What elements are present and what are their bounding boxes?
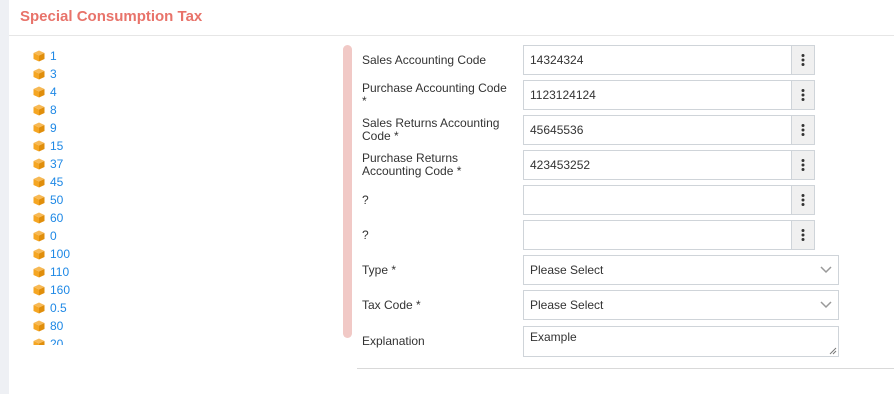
- sales-returns-field: [523, 115, 815, 145]
- box-icon: [33, 50, 45, 62]
- chevron-down-icon: [820, 266, 832, 274]
- sales-code-field: [523, 45, 815, 75]
- tree-item[interactable]: 45: [33, 173, 323, 191]
- form-bottom-divider: [357, 368, 894, 369]
- kebab-icon[interactable]: [791, 81, 814, 109]
- box-icon: [33, 68, 45, 80]
- box-icon: [33, 140, 45, 152]
- tree-item[interactable]: 50: [33, 191, 323, 209]
- box-icon: [33, 248, 45, 260]
- kebab-icon[interactable]: [791, 46, 814, 74]
- box-icon: [33, 284, 45, 296]
- explanation-value: Example: [530, 329, 577, 344]
- kebab-icon[interactable]: [791, 116, 814, 144]
- tree-item-label: 37: [50, 157, 64, 171]
- extra1-input[interactable]: [524, 186, 791, 214]
- purchase-returns-label: Purchase Returns Accounting Code *: [362, 151, 462, 178]
- title-divider: [9, 35, 894, 36]
- box-icon: [33, 122, 45, 134]
- tax-code-select-value: Please Select: [530, 298, 604, 312]
- tree-item-label: 160: [50, 283, 71, 297]
- tax-rate-tree[interactable]: 1 3 4 8 9 15 37 45 50 60 0 100 110 160 0.5 80 20: [33, 47, 323, 345]
- purchase-returns-input[interactable]: [524, 151, 791, 179]
- box-icon: [33, 302, 45, 314]
- sales-returns-label: Sales Returns Accounting Code *: [362, 116, 500, 143]
- tree-item[interactable]: 15: [33, 137, 323, 155]
- box-icon: [33, 320, 45, 332]
- box-icon: [33, 104, 45, 116]
- tree-item-label: 110: [50, 265, 70, 279]
- purchase-code-label: Purchase Accounting Code *: [362, 81, 507, 108]
- purchase-code-input[interactable]: [524, 81, 791, 109]
- tree-item-label: 20: [50, 337, 64, 345]
- box-icon: [33, 212, 45, 224]
- tree-item[interactable]: 160: [33, 281, 323, 299]
- sales-returns-input[interactable]: [524, 116, 791, 144]
- box-icon: [33, 338, 45, 345]
- panel-splitter[interactable]: [343, 45, 352, 338]
- tree-item-label: 0: [50, 229, 57, 243]
- tree-item[interactable]: 100: [33, 245, 323, 263]
- box-icon: [33, 194, 45, 206]
- tree-item[interactable]: 3: [33, 65, 323, 83]
- box-icon: [33, 158, 45, 170]
- tree-item-label: 1: [50, 49, 57, 63]
- kebab-icon[interactable]: [791, 221, 814, 249]
- tree-item[interactable]: 9: [33, 119, 323, 137]
- chevron-down-icon: [820, 301, 832, 309]
- explanation-label: Explanation: [362, 333, 425, 348]
- panel-title: Special Consumption Tax: [20, 8, 203, 25]
- box-icon: [33, 176, 45, 188]
- sales-code-input[interactable]: [524, 46, 791, 74]
- tree-item-label: 80: [50, 319, 64, 333]
- extra2-label: ?: [362, 227, 369, 242]
- tree-item[interactable]: 0.5: [33, 299, 323, 317]
- tree-item[interactable]: 8: [33, 101, 323, 119]
- box-icon: [33, 86, 45, 98]
- extra2-input[interactable]: [524, 221, 791, 249]
- tree-item[interactable]: 60: [33, 209, 323, 227]
- purchase-code-field: [523, 80, 815, 110]
- explanation-textarea[interactable]: Example: [523, 325, 839, 357]
- type-select[interactable]: Please Select: [523, 255, 839, 285]
- tree-item[interactable]: 110: [33, 263, 323, 281]
- left-rail: [0, 0, 9, 394]
- kebab-icon[interactable]: [791, 151, 814, 179]
- tree-item[interactable]: 37: [33, 155, 323, 173]
- tree-item-label: 0.5: [50, 301, 67, 315]
- tree-item-label: 60: [50, 211, 64, 225]
- resize-grip-icon[interactable]: [829, 347, 837, 355]
- type-label: Type *: [362, 262, 397, 277]
- tree-item[interactable]: 4: [33, 83, 323, 101]
- kebab-icon[interactable]: [791, 186, 814, 214]
- extra1-label: ?: [362, 192, 369, 207]
- extra1-field: [523, 185, 815, 215]
- sales-code-label: Sales Accounting Code: [362, 52, 487, 67]
- tree-item-label: 4: [50, 85, 57, 99]
- tree-item[interactable]: 0: [33, 227, 323, 245]
- tree-item-label: 45: [50, 175, 64, 189]
- tree-item[interactable]: 80: [33, 317, 323, 335]
- tree-item-label: 9: [50, 121, 57, 135]
- tree-item-label: 100: [50, 247, 71, 261]
- type-select-value: Please Select: [530, 263, 604, 277]
- tree-item[interactable]: 1: [33, 47, 323, 65]
- box-icon: [33, 230, 45, 242]
- tree-item-label: 3: [50, 67, 57, 81]
- tax-code-select[interactable]: Please Select: [523, 290, 839, 320]
- tree-item-label: 8: [50, 103, 57, 117]
- purchase-returns-field: [523, 150, 815, 180]
- tree-item-label: 15: [50, 139, 64, 153]
- box-icon: [33, 266, 45, 278]
- tree-item-label: 50: [50, 193, 64, 207]
- extra2-field: [523, 220, 815, 250]
- tax-code-label: Tax Code *: [362, 297, 421, 312]
- tree-item[interactable]: 20: [33, 335, 323, 345]
